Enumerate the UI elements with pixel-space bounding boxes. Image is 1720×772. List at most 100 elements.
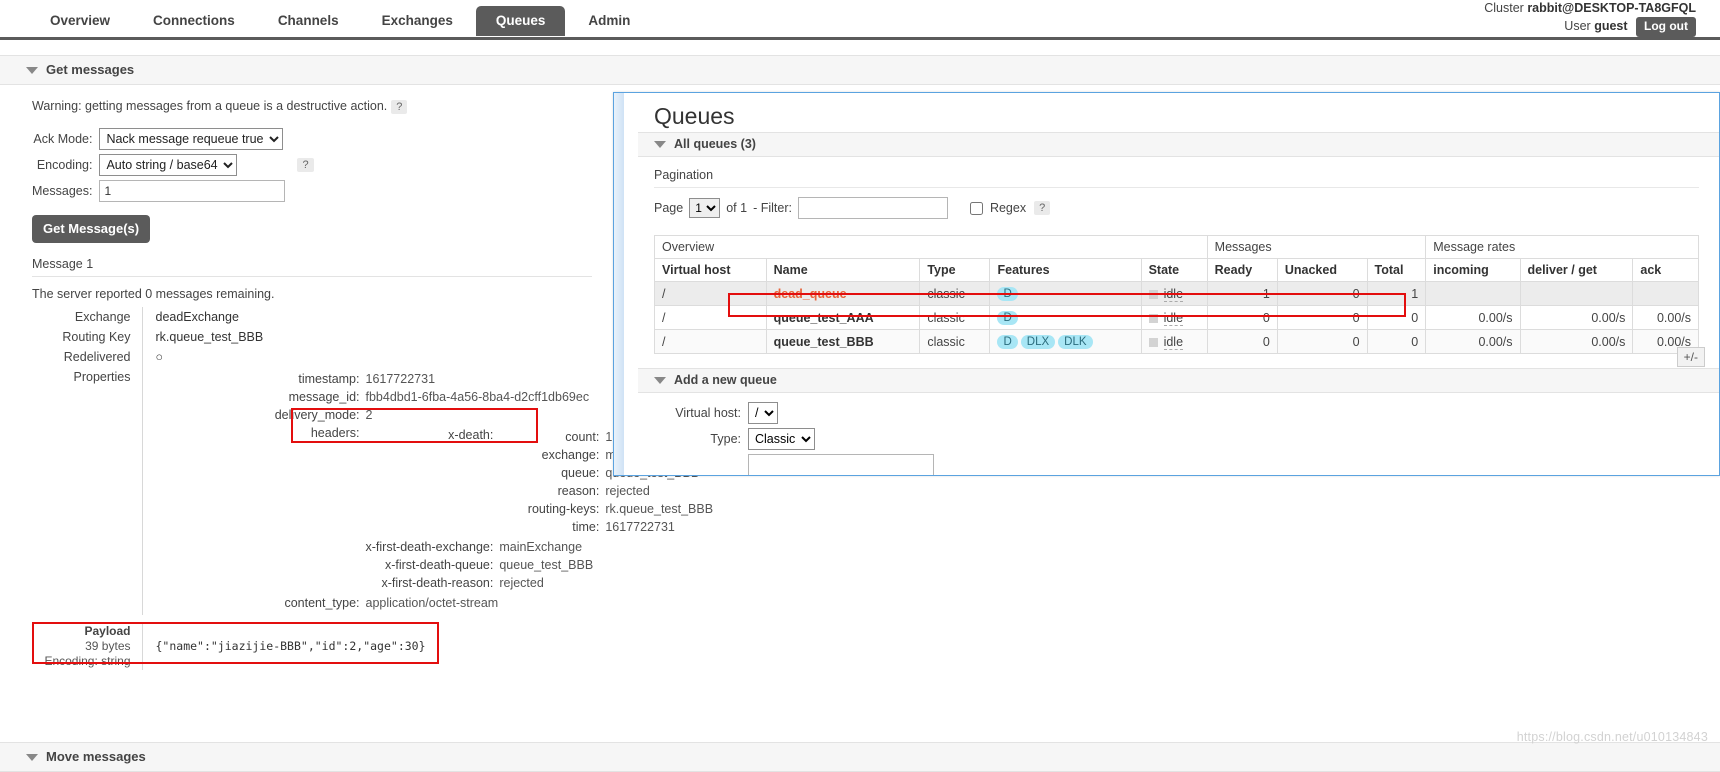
row-ack: 0.00/s xyxy=(1632,305,1699,330)
tab-overview[interactable]: Overview xyxy=(30,6,130,36)
payload-row: Payload 39 bytes Encoding: string {"name… xyxy=(32,622,427,670)
xd-routing-keys-key: routing-keys: xyxy=(527,501,600,516)
properties-label: Properties xyxy=(32,366,143,615)
warning-text: Warning: getting messages from a queue i… xyxy=(32,99,388,113)
move-messages-section-header[interactable]: Move messages xyxy=(0,742,1720,772)
add-queue-title: Add a new queue xyxy=(674,373,777,387)
add-queue-type-label: Type: xyxy=(710,432,741,446)
col-ready[interactable]: Ready xyxy=(1206,258,1278,282)
row-state: idle xyxy=(1140,281,1208,306)
queues-overlay-window: Queues All queues (3) Pagination Page 1 … xyxy=(613,92,1720,476)
col-ack[interactable]: ack xyxy=(1632,258,1699,282)
prop-message-id-key: message_id: xyxy=(288,389,360,404)
row-incoming: 0.00/s xyxy=(1425,329,1521,354)
regex-checkbox[interactable] xyxy=(969,201,983,215)
row-incoming: 0.00/s xyxy=(1425,305,1521,330)
xd-time-row: time: 1617722731 xyxy=(499,518,713,536)
regex-help-icon[interactable]: ? xyxy=(1034,201,1051,215)
get-messages-form: Ack Mode: Nack message requeue true Enco… xyxy=(32,126,314,204)
row-deliver-get xyxy=(1519,281,1634,306)
row-vhost: / xyxy=(654,305,767,330)
col-name[interactable]: Name xyxy=(765,258,921,282)
payload-meta: Payload 39 bytes Encoding: string xyxy=(32,622,143,670)
overlay-scrollbar[interactable] xyxy=(614,93,624,475)
nav-list: Overview Connections Channels Exchanges … xyxy=(0,6,1720,36)
group-header-messages: Messages xyxy=(1206,235,1427,259)
redelivered-label: Redelivered xyxy=(32,346,143,367)
tab-channels[interactable]: Channels xyxy=(258,6,359,36)
encoding-select[interactable]: Auto string / base64 xyxy=(99,153,238,176)
add-queue-form: Virtual host: / Type: Classic xyxy=(654,400,1719,475)
col-features[interactable]: Features xyxy=(989,258,1142,282)
all-queues-section-header[interactable]: All queues (3) xyxy=(638,132,1719,157)
page-select[interactable]: 1 xyxy=(689,198,721,218)
col-total[interactable]: Total xyxy=(1366,258,1427,282)
queue-link-queue-test-bbb[interactable]: queue_test_BBB xyxy=(774,335,874,349)
col-deliver-get[interactable]: deliver / get xyxy=(1519,258,1634,282)
regex-control: Regex ? xyxy=(966,199,1051,218)
row-state: idle xyxy=(1140,329,1208,354)
add-queue-name-input[interactable] xyxy=(748,454,934,475)
encoding-help-icon[interactable]: ? xyxy=(297,158,314,173)
get-messages-section-header[interactable]: Get messages xyxy=(0,55,1720,85)
table-row[interactable]: / queue_test_AAA classic D idle 0 0 0 0.… xyxy=(654,305,1699,330)
filter-label: - Filter: xyxy=(753,201,792,215)
xd-time-value: 1617722731 xyxy=(605,519,675,534)
row-features: D xyxy=(989,281,1142,306)
messages-row: Messages: xyxy=(32,178,314,204)
row-type: classic xyxy=(919,305,991,330)
tab-exchanges[interactable]: Exchanges xyxy=(362,6,473,36)
state-indicator-icon xyxy=(1148,289,1158,299)
row-total: 0 xyxy=(1366,329,1427,354)
add-queue-table: Virtual host: / Type: Classic xyxy=(654,400,934,475)
x-first-death-queue-value: queue_test_BBB xyxy=(499,557,594,572)
row-ack xyxy=(1632,281,1699,306)
x-first-death-reason-key: x-first-death-reason: xyxy=(381,575,494,590)
table-row[interactable]: / dead_queue classic D idle 1 0 1 xyxy=(654,281,1699,306)
move-messages-section: Move messages xyxy=(0,742,1720,772)
row-name[interactable]: queue_test_BBB xyxy=(765,329,921,354)
col-incoming[interactable]: incoming xyxy=(1425,258,1521,282)
payload-label: Payload xyxy=(84,623,131,638)
queue-link-queue-test-aaa[interactable]: queue_test_AAA xyxy=(774,311,874,325)
tab-queues[interactable]: Queues xyxy=(475,6,566,36)
move-messages-title: Move messages xyxy=(46,749,146,764)
columns-toggle-button[interactable]: +/- xyxy=(1676,347,1705,367)
row-name[interactable]: queue_test_AAA xyxy=(765,305,921,330)
row-deliver-get: 0.00/s xyxy=(1519,305,1634,330)
tab-connections[interactable]: Connections xyxy=(133,6,255,36)
xd-routing-keys-row: routing-keys: rk.queue_test_BBB xyxy=(499,500,713,518)
queues-page-title: Queues xyxy=(654,103,735,129)
row-features: D xyxy=(989,305,1142,330)
queue-link-dead-queue[interactable]: dead_queue xyxy=(774,287,847,301)
add-queue-section-header[interactable]: Add a new queue xyxy=(638,368,1719,393)
headers-label: headers: xyxy=(310,425,360,440)
xd-reason-row: reason: rejected xyxy=(499,482,713,500)
row-state-text: idle xyxy=(1163,310,1184,326)
row-unacked: 0 xyxy=(1276,305,1368,330)
row-unacked: 0 xyxy=(1276,281,1368,306)
col-virtual-host[interactable]: Virtual host xyxy=(654,258,767,282)
warning-help-icon[interactable]: ? xyxy=(391,99,408,114)
overlay-content: Queues All queues (3) Pagination Page 1 … xyxy=(638,93,1719,475)
all-queues-label: All queues (3) xyxy=(674,137,756,151)
table-row[interactable]: / queue_test_BBB classic D DLX DLK idle 0 … xyxy=(654,329,1699,354)
tab-admin[interactable]: Admin xyxy=(568,6,650,36)
properties-row: Properties timestamp: 1617722731 message… xyxy=(32,366,713,615)
payload-table: Payload 39 bytes Encoding: string {"name… xyxy=(32,622,427,670)
add-queue-vhost-select[interactable]: / xyxy=(748,402,778,424)
col-unacked[interactable]: Unacked xyxy=(1276,258,1368,282)
feature-badge-d: D xyxy=(997,311,1018,325)
get-messages-button[interactable]: Get Message(s) xyxy=(32,214,151,243)
row-ready: 0 xyxy=(1206,305,1278,330)
row-features: D DLX DLK xyxy=(989,329,1142,354)
row-name[interactable]: dead_queue xyxy=(765,281,921,306)
add-queue-name-cell xyxy=(748,452,934,475)
col-type[interactable]: Type xyxy=(919,258,991,282)
add-queue-vhost-cell: / xyxy=(748,400,934,426)
ack-mode-select[interactable]: Nack message requeue true xyxy=(99,127,284,150)
messages-count-input[interactable] xyxy=(99,179,286,202)
add-queue-type-select[interactable]: Classic xyxy=(748,428,815,450)
filter-input[interactable] xyxy=(797,197,948,219)
col-state[interactable]: State xyxy=(1140,258,1208,282)
